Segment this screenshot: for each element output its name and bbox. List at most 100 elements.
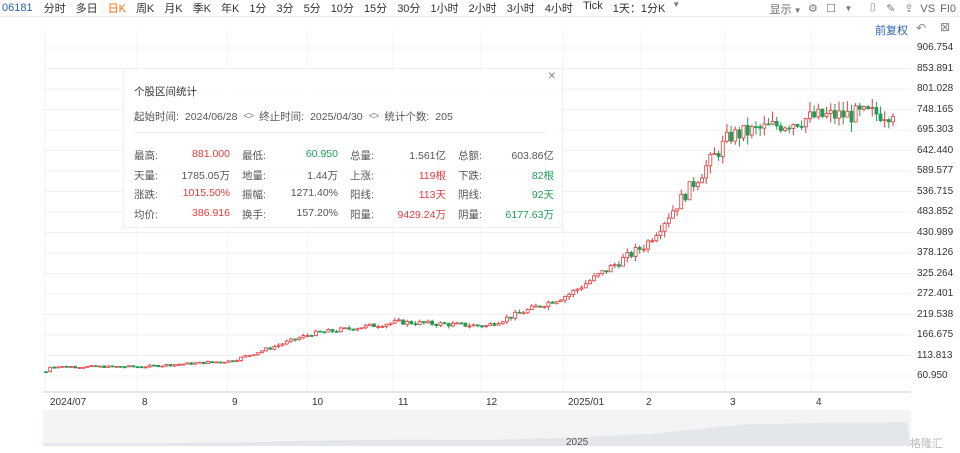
settings-icon[interactable]: ⚙ <box>806 2 819 15</box>
x-tick-label: 3 <box>730 397 736 408</box>
candlestick <box>243 354 248 358</box>
undo-icon[interactable]: ↶ <box>916 21 926 35</box>
candlestick <box>446 322 451 329</box>
vs-button[interactable]: VS <box>920 3 935 15</box>
navigator-sparkline <box>43 422 911 446</box>
candlestick <box>824 106 829 119</box>
chevron-down-icon: ▼ <box>793 5 802 15</box>
candlestick <box>442 321 447 325</box>
range-navigator[interactable] <box>43 410 911 446</box>
candlestick <box>193 361 198 365</box>
chart-style-icon[interactable]: ☐ <box>824 2 837 15</box>
x-tick-label: 2 <box>646 397 652 408</box>
candlestick <box>882 111 887 128</box>
candlestick <box>73 365 77 369</box>
candlestick <box>484 325 489 329</box>
candlestick <box>471 323 476 327</box>
candlestick <box>322 331 327 334</box>
period-tab[interactable]: 10分 <box>326 0 359 16</box>
candlestick <box>98 365 102 368</box>
period-tab[interactable]: 周K <box>131 0 159 16</box>
period-tab[interactable]: 分时 <box>39 0 71 16</box>
y-tick-label: 219.538 <box>917 308 954 320</box>
candlestick <box>558 298 563 302</box>
stat-label: 均价: <box>134 208 158 221</box>
candlestick <box>733 126 738 145</box>
candlestick <box>770 111 775 126</box>
period-tab[interactable]: 年K <box>216 0 244 16</box>
candlestick <box>695 180 700 191</box>
period-tab[interactable]: 月K <box>159 0 187 16</box>
candlestick <box>363 324 368 330</box>
candlestick <box>201 361 206 365</box>
candlestick <box>762 115 767 136</box>
chevron-down-icon[interactable]: ▼ <box>672 0 680 16</box>
camera-icon[interactable]: ⌷ <box>866 2 879 15</box>
navigator-year-label: 2025 <box>566 437 589 448</box>
candlestick <box>874 101 879 121</box>
period-tab[interactable]: 3分 <box>271 0 298 16</box>
candlestick <box>301 333 306 339</box>
y-tick-label: 801.028 <box>917 83 954 94</box>
candlestick <box>525 308 530 314</box>
stat-value: 92天 <box>531 189 554 201</box>
candlestick <box>268 346 273 351</box>
chevron-down-icon[interactable]: ▼ <box>844 4 852 13</box>
period-tab[interactable]: 2小时 <box>464 0 502 16</box>
candlestick <box>197 361 202 364</box>
candlestick <box>168 364 173 367</box>
candlestick <box>44 371 48 374</box>
candlestick <box>309 334 314 337</box>
candlestick <box>81 366 86 369</box>
candlestick <box>359 327 364 330</box>
period-tab[interactable]: 30分 <box>392 0 425 16</box>
y-tick-label: 589.577 <box>917 165 954 176</box>
candlestick <box>85 365 90 368</box>
period-tab[interactable]: 3小时 <box>502 0 540 16</box>
period-tab[interactable]: 1天：1分K <box>608 0 671 16</box>
period-tab[interactable]: 多日 <box>71 0 103 16</box>
candlestick <box>853 103 858 123</box>
stat-label: 阴量: <box>458 208 482 221</box>
candlestick <box>650 238 655 244</box>
candlestick <box>93 365 98 368</box>
period-tab[interactable]: 15分 <box>359 0 392 16</box>
restore-mode-button[interactable]: 前复权 <box>875 22 908 38</box>
stat-value: 1271.40% <box>290 187 338 199</box>
y-tick-label: 748.165 <box>917 103 954 115</box>
candlestick <box>596 273 601 278</box>
candlestick <box>617 260 621 269</box>
period-tab[interactable]: 日K <box>103 0 131 16</box>
candlestick <box>172 364 177 368</box>
y-tick-label: 378.126 <box>917 247 954 258</box>
period-tab[interactable]: Tick <box>578 0 608 16</box>
end-adjust-icon[interactable]: <> <box>369 111 380 122</box>
share-icon[interactable]: ⇪ <box>902 2 915 15</box>
candlestick <box>77 366 82 369</box>
candlestick <box>862 105 866 112</box>
draw-icon[interactable]: ✎ <box>884 2 897 15</box>
period-tab[interactable]: 1分 <box>244 0 271 16</box>
candlestick <box>56 366 61 369</box>
stat-label: 下跌: <box>458 169 482 182</box>
close-icon[interactable]: ⊠ <box>940 20 950 34</box>
y-tick-label: 642.440 <box>917 144 954 156</box>
candlestick <box>675 208 679 217</box>
candlestick <box>330 329 335 334</box>
candlestick <box>160 365 165 368</box>
period-tab[interactable]: 5分 <box>299 0 326 16</box>
candlestick <box>621 253 626 267</box>
period-tab[interactable]: 4小时 <box>540 0 578 16</box>
candlestick <box>455 321 459 325</box>
period-tab[interactable]: 季K <box>188 0 216 16</box>
candlestick <box>347 325 351 331</box>
fi-button[interactable]: FI0 <box>940 3 956 15</box>
display-menu[interactable]: 显示 ▼ <box>770 1 802 17</box>
x-tick-label: 11 <box>398 397 409 408</box>
interval-stats-panel: 个股区间统计 ✕ 起始时间: 2024/06/28 <> 终止时间: 2025/… <box>123 68 563 228</box>
period-tab[interactable]: 1小时 <box>425 0 463 16</box>
candlestick <box>529 304 534 310</box>
close-icon[interactable]: ✕ <box>548 71 556 82</box>
start-adjust-icon[interactable]: <> <box>243 111 254 122</box>
candlestick <box>820 108 825 118</box>
